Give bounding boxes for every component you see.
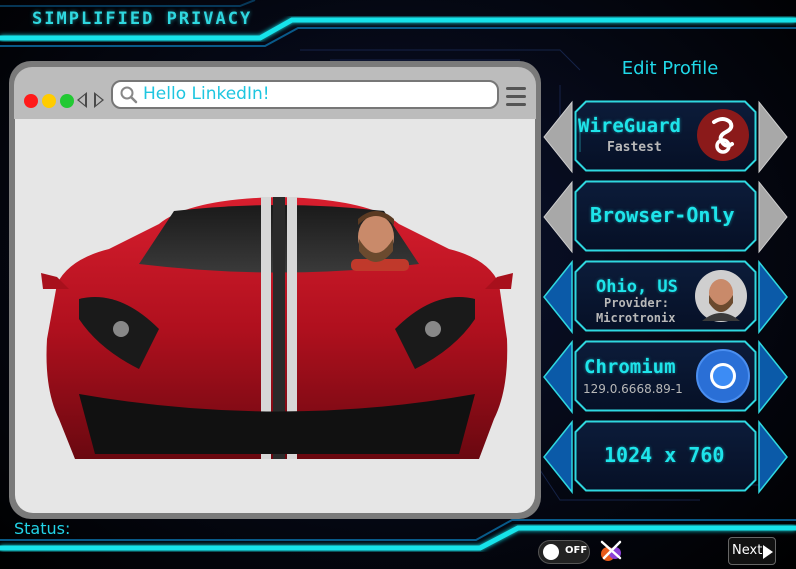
provider-label: Provider: [604, 296, 670, 310]
mode-title: Browser-Only [590, 203, 735, 227]
location-title: Ohio, US [596, 277, 678, 297]
hamburger-menu-icon[interactable] [506, 87, 526, 111]
next-protocol-arrow-icon[interactable] [758, 100, 788, 174]
protocol-subtitle: Fastest [607, 140, 662, 155]
avatar [695, 270, 747, 322]
resolution-row: 1024 x 760 [543, 420, 788, 494]
next-mode-arrow-icon[interactable] [758, 180, 788, 254]
wireguard-logo-icon [697, 109, 749, 161]
play-arrow-icon [763, 545, 773, 559]
previous-location-arrow-icon[interactable] [543, 260, 573, 334]
protocol-row: WireGuard Fastest [543, 100, 788, 174]
address-bar[interactable]: Hello LinkedIn! [111, 80, 499, 109]
next-resolution-arrow-icon[interactable] [758, 420, 788, 494]
browser-card[interactable]: Chromium 129.0.6668.89-1 [574, 340, 757, 412]
next-location-arrow-icon[interactable] [758, 260, 788, 334]
next-label: Next [732, 543, 763, 558]
previous-resolution-arrow-icon[interactable] [543, 420, 573, 494]
browser-preview: Hello LinkedIn! [9, 61, 541, 519]
protocol-title: WireGuard [578, 115, 681, 137]
back-arrow-icon[interactable] [77, 92, 87, 108]
chromium-logo-icon [696, 349, 750, 403]
protocol-card[interactable]: WireGuard Fastest [574, 100, 757, 172]
mode-row: Browser-Only [543, 180, 788, 254]
forward-arrow-icon[interactable] [94, 92, 104, 108]
browser-viewport [15, 119, 535, 513]
maximize-dot-icon[interactable] [60, 94, 74, 108]
search-icon [120, 86, 138, 104]
toggle-knob [543, 544, 559, 560]
brand-title: SIMPLIFIED PRIVACY [32, 9, 253, 29]
minimize-dot-icon[interactable] [42, 94, 56, 108]
next-browser-arrow-icon[interactable] [758, 340, 788, 414]
location-row: Ohio, US Provider: Microtronix [543, 260, 788, 334]
location-card[interactable]: Ohio, US Provider: Microtronix [574, 260, 757, 332]
connection-toggle[interactable]: OFF [538, 540, 590, 564]
browser-toolbar: Hello LinkedIn! [14, 67, 536, 119]
mode-card[interactable]: Browser-Only [574, 180, 757, 252]
next-button[interactable]: Next [728, 537, 776, 565]
toggle-label: OFF [565, 545, 588, 556]
edit-profile-link[interactable]: Edit Profile [600, 58, 740, 79]
address-bar-text: Hello LinkedIn! [143, 84, 270, 104]
previous-protocol-arrow-icon[interactable] [543, 100, 573, 174]
browser-row: Chromium 129.0.6668.89-1 [543, 340, 788, 414]
status-label: Status: [14, 519, 71, 538]
resolution-card[interactable]: 1024 x 760 [574, 420, 757, 492]
app-tools-icon[interactable] [598, 536, 626, 564]
app-window: SIMPLIFIED PRIVACY Hello LinkedIn! Edit … [0, 0, 796, 569]
previous-mode-arrow-icon[interactable] [543, 180, 573, 254]
close-dot-icon[interactable] [24, 94, 38, 108]
red-sports-car-image [41, 197, 513, 459]
provider-name: Microtronix [596, 311, 676, 325]
previous-browser-arrow-icon[interactable] [543, 340, 573, 414]
browser-title: Chromium [584, 356, 676, 378]
browser-version: 129.0.6668.89-1 [583, 382, 683, 396]
resolution-title: 1024 x 760 [604, 443, 725, 467]
